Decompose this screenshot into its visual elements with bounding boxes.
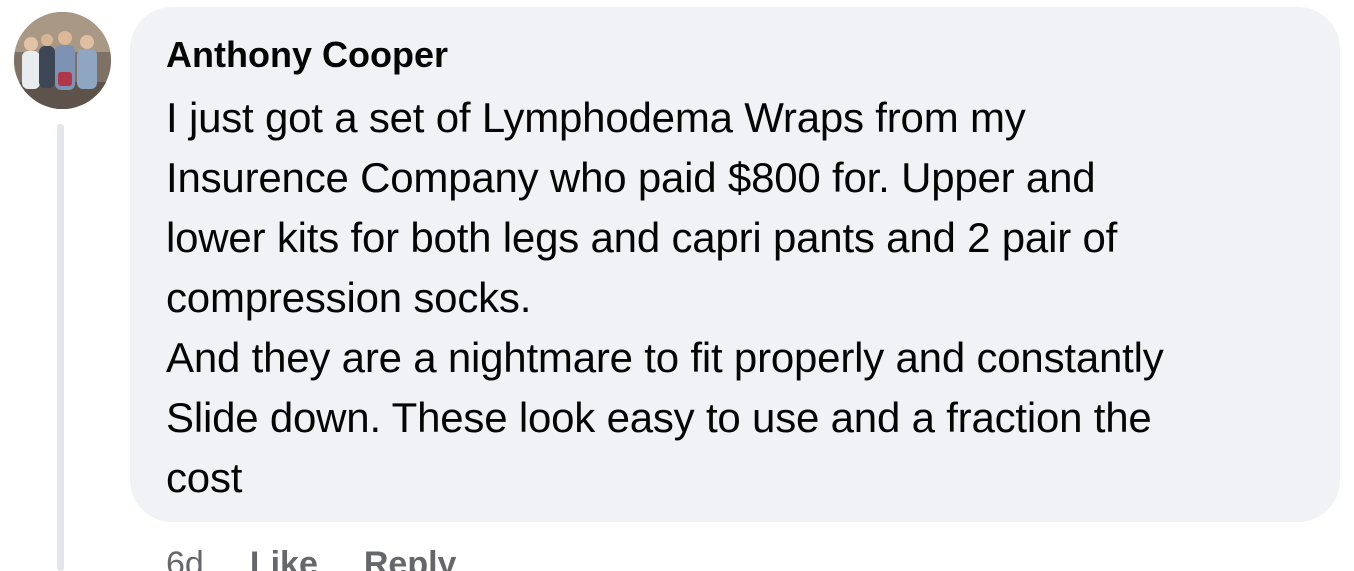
like-button[interactable]: Like xyxy=(250,544,318,571)
comment-bubble: Anthony Cooper I just got a set of Lymph… xyxy=(130,7,1340,522)
comment-actions: 6d Like Reply xyxy=(166,544,456,571)
reply-button[interactable]: Reply xyxy=(364,544,457,571)
author-name[interactable]: Anthony Cooper xyxy=(166,35,448,75)
timestamp[interactable]: 6d xyxy=(166,544,204,571)
group-photo-icon xyxy=(14,12,111,109)
comment-paragraph: I just got a set of Lymphodema Wraps fro… xyxy=(166,94,1118,321)
thread-line xyxy=(57,124,64,571)
avatar[interactable] xyxy=(14,12,111,109)
comment: Anthony Cooper I just got a set of Lymph… xyxy=(0,0,1354,571)
comment-text: I just got a set of Lymphodema Wraps fro… xyxy=(166,88,1304,508)
comment-paragraph: And they are a nightmare to fit properly… xyxy=(166,334,1164,501)
